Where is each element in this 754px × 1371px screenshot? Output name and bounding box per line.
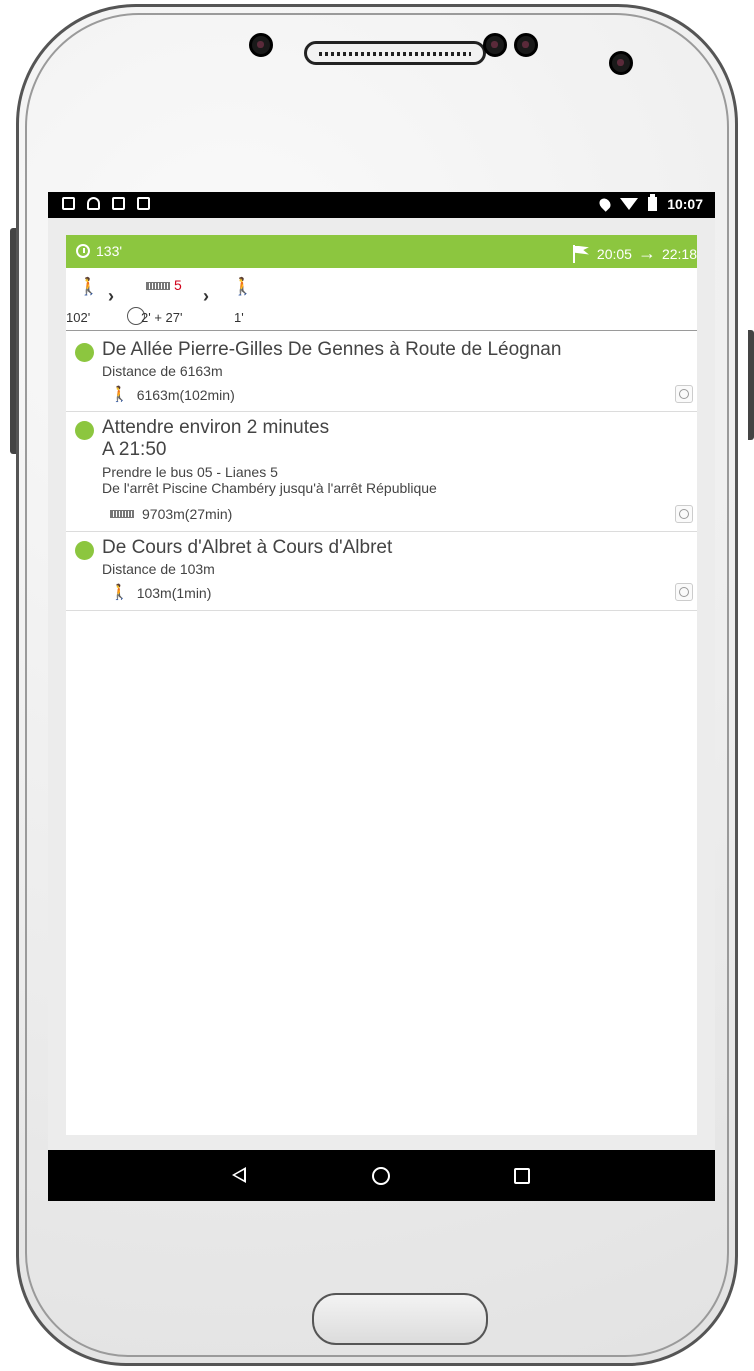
step-time: A 21:50: [102, 439, 167, 460]
clock-icon: [76, 244, 90, 258]
speaker-grille: [304, 41, 486, 65]
step-distance: Distance de 6163m: [102, 363, 223, 379]
walk-icon: 🚶: [78, 277, 100, 296]
sensor-icon: [514, 33, 538, 57]
sensor-icon: [483, 33, 507, 57]
front-camera-icon: [609, 51, 633, 75]
depart-time: 20:05: [596, 245, 632, 262]
trip-summary: 🚶 102' › 5 2' + 27' › 🚶 1': [66, 268, 697, 331]
step-stops: De l'arrêt Piscine Chambéry jusqu'à l'ar…: [102, 480, 437, 496]
step-marker: [75, 421, 94, 440]
android-icon: [87, 197, 100, 210]
clipboard-check-icon: [137, 197, 150, 210]
bus-icon: [146, 282, 170, 290]
recent-apps-icon[interactable]: [514, 1168, 530, 1184]
navigation-bar: [48, 1150, 715, 1201]
step-marker: [75, 343, 94, 362]
screen: 10:07 133' 20:05 → 22:18 🚶 102' › 5 2' +…: [48, 192, 715, 1201]
wifi-icon: [620, 198, 639, 210]
arrive-time: 22:18: [661, 245, 697, 262]
bus-line-number: 5: [174, 277, 182, 293]
chevron-right-icon: ›: [108, 286, 114, 306]
step-marker: [75, 541, 94, 560]
arrow-icon: →: [637, 243, 656, 263]
home-icon[interactable]: [372, 1167, 390, 1185]
step-detail: 103m(1min): [136, 584, 212, 601]
step-title: De Allée Pierre-Gilles De Gennes à Route…: [102, 339, 562, 360]
back-icon[interactable]: [232, 1167, 246, 1183]
location-icon: [597, 196, 613, 212]
status-time: 10:07: [667, 196, 703, 212]
walk-icon: 🚶: [110, 584, 129, 601]
walk-icon: 🚶: [110, 386, 129, 403]
bus-icon: [110, 510, 134, 518]
status-bar: 10:07: [48, 192, 715, 218]
battery-icon: [648, 194, 658, 211]
trip-duration: 133': [96, 243, 123, 259]
locate-icon[interactable]: [675, 385, 693, 403]
step-detail: 9703m(27min): [142, 506, 233, 522]
hardware-home-button[interactable]: [312, 1293, 488, 1345]
locate-icon[interactable]: [675, 583, 693, 601]
chevron-right-icon: ›: [203, 286, 209, 306]
sensor-icon: [249, 33, 273, 57]
step-detail: 6163m(102min): [136, 386, 235, 403]
locate-icon[interactable]: [675, 505, 693, 523]
gallery-icon: [62, 197, 75, 210]
itinerary-card: 133' 20:05 → 22:18 🚶 102' › 5 2' + 27' ›…: [66, 235, 697, 1135]
download-icon: [112, 197, 125, 210]
walk1-time: 102': [66, 310, 91, 325]
step-distance: Distance de 103m: [102, 561, 215, 577]
walk-icon: 🚶: [232, 277, 254, 296]
trip-header: 133' 20:05 → 22:18: [66, 235, 697, 268]
power-button: [748, 330, 754, 440]
step-bus-line: Prendre le bus 05 - Lianes 5: [102, 464, 278, 480]
flag-icon: [571, 244, 591, 263]
walk2-time: 1': [234, 310, 244, 325]
step-title: Attendre environ 2 minutes: [102, 417, 330, 438]
list-item[interactable]: De Cours d'Albret à Cours d'Albret Dista…: [66, 532, 697, 611]
list-item[interactable]: De Allée Pierre-Gilles De Gennes à Route…: [66, 331, 697, 412]
list-item[interactable]: Attendre environ 2 minutes A 21:50 Prend…: [66, 412, 697, 532]
step-title: De Cours d'Albret à Cours d'Albret: [102, 537, 393, 558]
bus-time: 2' + 27': [141, 310, 183, 325]
